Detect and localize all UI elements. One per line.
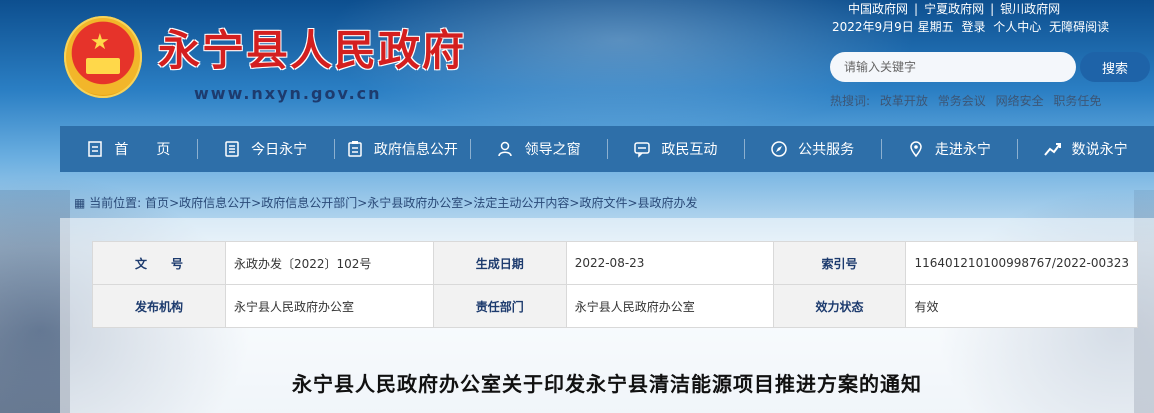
tiananmen-icon [86,58,120,74]
hot-word[interactable]: 网络安全 [996,94,1044,108]
document-icon [348,141,362,157]
breadcrumb-item[interactable]: 首页 [145,196,169,210]
nav-item-info-disclosure[interactable]: 政府信息公开 [333,126,471,172]
nav-item-data[interactable]: 数说永宁 [1017,126,1154,172]
hot-search-label: 热搜词: [830,94,871,108]
hot-word[interactable]: 常务会议 [938,94,986,108]
home-icon [88,141,103,157]
date-bar: 2022年9月9日 星期五 登录 个人中心 无障碍阅读 [832,18,1113,35]
breadcrumb-item[interactable]: 政府信息公开 [179,196,251,210]
trend-icon [1043,143,1061,156]
meta-value: 永政办发〔2022〕102号 [224,241,434,285]
main-nav: 首 页 今日永宁 政府信息公开 领导之窗 政民互动 公共服务 走进永宁 数说永宁 [60,126,1154,172]
chat-icon [634,142,651,158]
accessibility-link[interactable]: 无障碍阅读 [1049,20,1109,34]
breadcrumb-icon: ▦ [74,196,86,210]
breadcrumb-item[interactable]: 永宁县政府办公室 [367,196,463,210]
nav-label: 首 页 [114,142,171,158]
meta-value: 2022-08-23 [565,241,774,285]
meta-value: 永宁县人民政府办公室 [565,284,774,328]
nav-label: 走进永宁 [934,142,991,158]
nav-item-public-service[interactable]: 公共服务 [743,126,881,172]
nav-item-today[interactable]: 今日永宁 [196,126,334,172]
hot-word[interactable]: 职务任免 [1053,94,1101,108]
nav-item-interaction[interactable]: 政民互动 [607,126,744,172]
nav-label: 数说永宁 [1071,142,1128,158]
breadcrumb-item[interactable]: 法定主动公开内容 [473,196,569,210]
nav-item-home[interactable]: 首 页 [60,126,197,172]
meta-value: 永宁县人民政府办公室 [224,284,434,328]
nav-item-about[interactable]: 走进永宁 [880,126,1018,172]
hot-search-words: 热搜词: 改革开放 常务会议 网络安全 职务任免 [830,92,1107,109]
top-link-yinchuan[interactable]: 银川政府网 [1000,2,1060,16]
nav-label: 领导之窗 [524,142,581,158]
breadcrumb-label: 当前位置: [89,196,142,210]
hot-word[interactable]: 改革开放 [880,94,928,108]
list-icon [225,141,239,157]
meta-key: 文 号 [92,241,226,285]
table-row: 文 号 永政办发〔2022〕102号 生成日期 2022-08-23 索引号 1… [92,241,1138,285]
user-center-link[interactable]: 个人中心 [993,20,1041,34]
login-link[interactable]: 登录 [961,20,985,34]
top-link-ningxia[interactable]: 宁夏政府网 [924,2,984,16]
search-input[interactable] [830,52,1076,82]
breadcrumb-item[interactable]: 县政府办发 [638,196,698,210]
table-row: 发布机构 永宁县人民政府办公室 责任部门 永宁县人民政府办公室 效力状态 有效 [92,284,1138,328]
meta-key: 责任部门 [432,284,567,328]
current-date: 2022年9月9日 星期五 [832,20,954,34]
search-button[interactable]: 搜索 [1080,52,1150,82]
site-title[interactable]: 永宁县人民政府 [158,26,466,76]
meta-key: 索引号 [772,241,907,285]
national-emblem-logo: ★ [64,16,142,98]
breadcrumb: ▦ 当前位置: 首页>政府信息公开>政府信息公开部门>永宁县政府办公室>法定主动… [74,196,698,210]
meta-value: 116401210100998767/2022-00323 [905,241,1138,285]
top-link-gov[interactable]: 中国政府网 [848,2,908,16]
document-meta-table: 文 号 永政办发〔2022〕102号 生成日期 2022-08-23 索引号 1… [92,241,1138,328]
star-icon: ★ [90,30,110,55]
top-links: 中国政府网 | 宁夏政府网 | 银川政府网 [848,2,1061,16]
nav-label: 政府信息公开 [373,142,458,158]
meta-key: 效力状态 [772,284,907,328]
meta-key: 发布机构 [92,284,226,328]
nav-label: 今日永宁 [251,142,308,158]
meta-key: 生成日期 [432,241,567,285]
user-icon [497,141,512,157]
nav-label: 公共服务 [798,142,855,158]
meta-value: 有效 [905,284,1138,328]
document-title: 永宁县人民政府办公室关于印发永宁县清洁能源项目推进方案的通知 [292,372,922,396]
nav-item-leaders[interactable]: 领导之窗 [470,126,607,172]
nav-label: 政民互动 [661,142,718,158]
location-icon [910,141,922,158]
site-url: www.nxyn.gov.cn [194,84,382,103]
breadcrumb-item[interactable]: 政府文件 [579,196,627,210]
compass-icon [771,141,787,157]
breadcrumb-item[interactable]: 政府信息公开部门 [261,196,357,210]
